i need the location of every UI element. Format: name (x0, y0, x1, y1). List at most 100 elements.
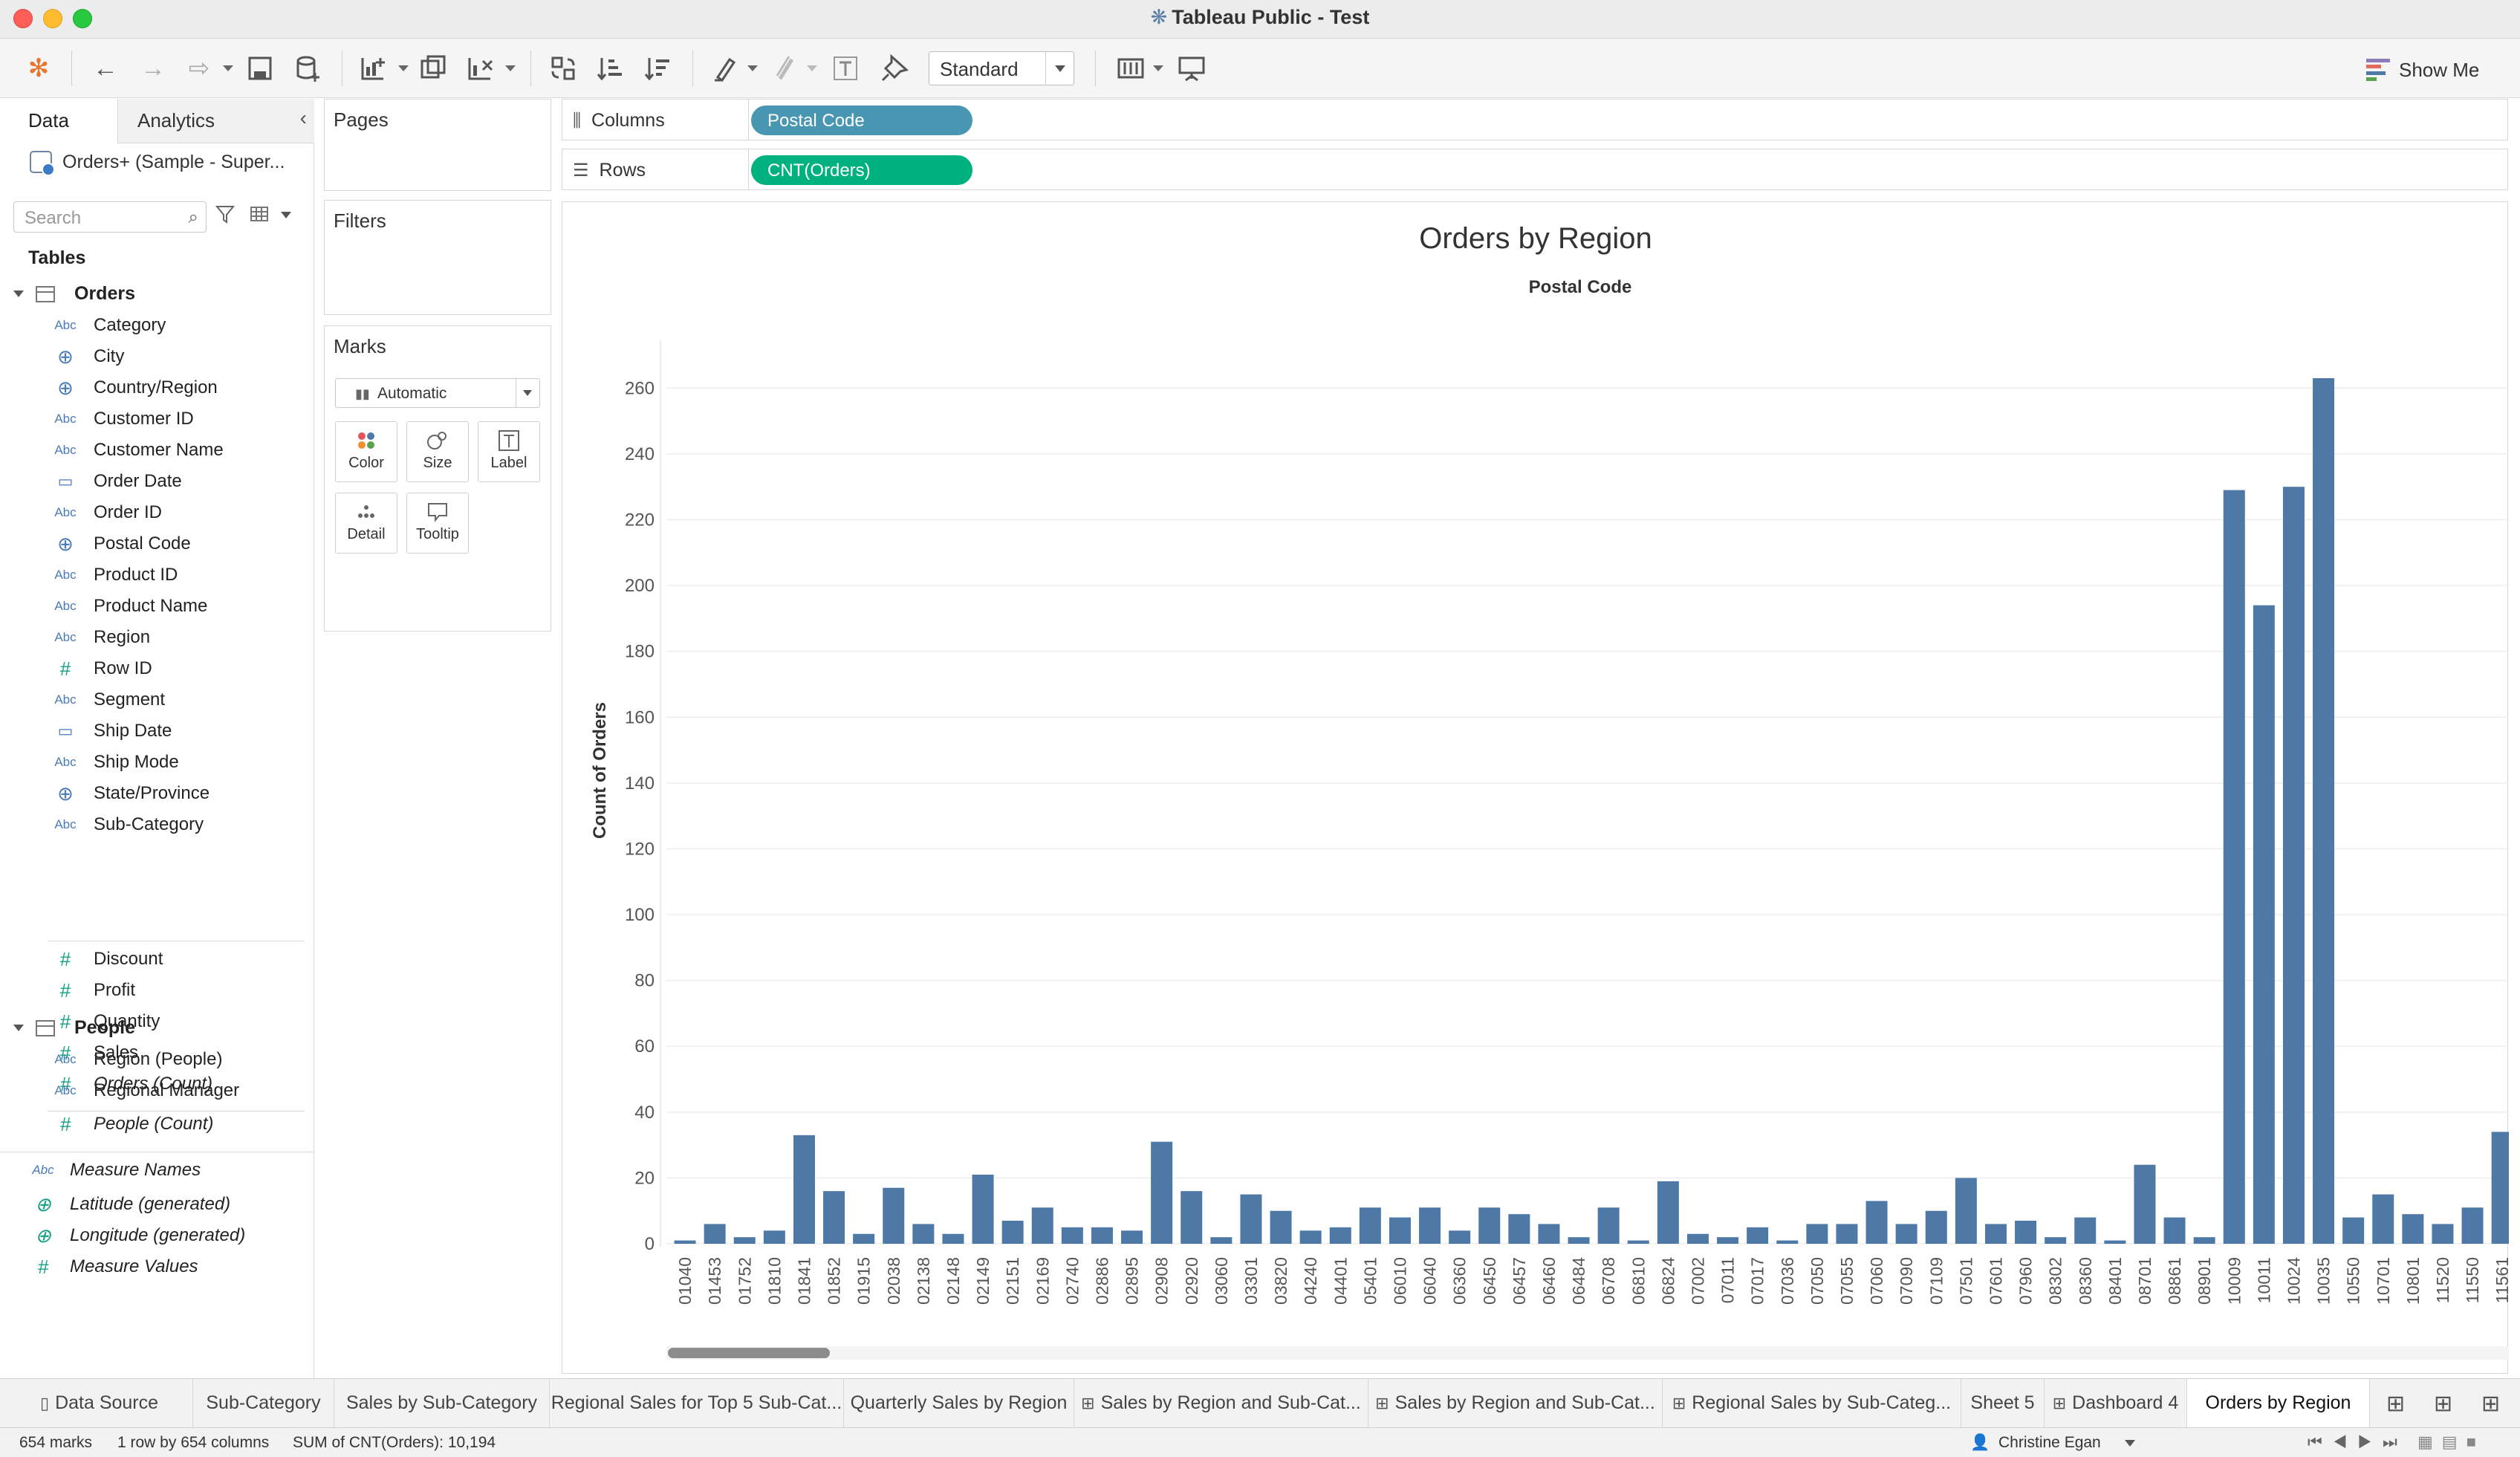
postal-code-pill[interactable]: Postal Code (751, 106, 972, 135)
field-item[interactable]: ▭ Order Date (52, 466, 182, 497)
field-label: Regional Manager (94, 1080, 240, 1100)
presentation-mode-icon[interactable] (1175, 52, 1208, 85)
tab-analytics[interactable]: Analytics ‹ (117, 99, 314, 143)
chevron-down-icon[interactable] (2125, 1440, 2135, 1447)
sheet-tab[interactable]: Regional Sales for Top 5 Sub-Cat... (550, 1379, 844, 1428)
cnt-orders-pill[interactable]: CNT(Orders) (751, 155, 972, 185)
collapse-pane-icon[interactable]: ‹ (300, 106, 307, 130)
field-measure-names[interactable]: Abc Measure Names (30, 1155, 201, 1186)
filters-card[interactable]: Filters (324, 200, 551, 315)
sheet-tab[interactable]: Quarterly Sales by Region (844, 1379, 1074, 1428)
field-region-people[interactable]: Abc Region (People) (52, 1044, 222, 1075)
field-item[interactable]: Abc Sub-Category (52, 809, 204, 840)
sort-ascending-icon[interactable] (594, 52, 627, 85)
swap-rows-columns-icon[interactable] (547, 52, 579, 85)
field-item[interactable]: Abc Ship Mode (52, 747, 178, 778)
group-members-icon[interactable] (768, 52, 801, 85)
x-tick-label: 07501 (1956, 1257, 1975, 1305)
bar (1657, 1181, 1679, 1244)
field-regional-manager[interactable]: Abc Regional Manager (52, 1075, 239, 1106)
filter-icon[interactable] (215, 204, 236, 229)
size-button[interactable]: Size (406, 421, 469, 482)
field-item[interactable]: ▭ Ship Date (52, 715, 172, 747)
field-measure-values[interactable]: # Measure Values (30, 1251, 198, 1282)
columns-shelf[interactable]: ⫼ Columns Postal Code (562, 99, 2508, 140)
measure-item[interactable]: # Discount (52, 944, 163, 975)
field-item[interactable]: ⊕ City (52, 341, 124, 372)
field-item[interactable]: Abc Category (52, 310, 166, 341)
sheet-tab[interactable]: ⊞ Sales by Region and Sub-Cat... (1074, 1379, 1368, 1428)
sheet-tab[interactable]: Sales by Sub-Category (334, 1379, 550, 1428)
rows-shelf[interactable]: ☰ Rows CNT(Orders) (562, 149, 2508, 190)
clear-sheet-icon[interactable] (464, 52, 496, 85)
field-item[interactable]: Abc Customer Name (52, 435, 223, 466)
new-dashboard-icon[interactable]: ⊞ (2434, 1391, 2452, 1417)
user-name[interactable]: Christine Egan (1998, 1434, 2101, 1452)
field-item[interactable]: Abc Order ID (52, 497, 162, 528)
duplicate-sheet-icon[interactable] (418, 52, 450, 85)
field-item[interactable]: Abc Region (52, 622, 150, 653)
field-people-count[interactable]: # People (Count) (52, 1109, 214, 1140)
field-item[interactable]: ⊕ Country/Region (52, 372, 218, 403)
globe-icon: ⊕ (57, 782, 74, 805)
sheet-tab[interactable]: ⊞ Sales by Region and Sub-Cat... (1368, 1379, 1663, 1428)
x-tick-label: 06450 (1480, 1257, 1499, 1305)
sheet-tab[interactable]: Sheet 5 (1961, 1379, 2045, 1428)
bar (1091, 1227, 1113, 1244)
pages-card[interactable]: Pages (324, 99, 551, 191)
worksheet-view[interactable]: Orders by Region Postal Code Count of Orde… (562, 201, 2509, 1374)
new-datasource-icon[interactable] (291, 52, 324, 85)
undo-icon[interactable]: ← (89, 52, 122, 85)
show-me-button[interactable]: Show Me (2366, 53, 2479, 86)
replay-icon[interactable]: ⇨ (183, 52, 215, 85)
field-latitude-generated[interactable]: ⊕ Latitude (generated) (30, 1189, 230, 1220)
sheet-tab[interactable]: Orders by Region (2187, 1379, 2370, 1428)
sheet-tab[interactable]: Sub-Category (193, 1379, 334, 1428)
bar (2015, 1220, 2037, 1244)
field-label: Longitude (generated) (70, 1225, 246, 1245)
bar (972, 1174, 994, 1244)
view-list-icon[interactable] (250, 204, 270, 229)
measure-item[interactable]: # Profit (52, 975, 135, 1006)
field-item[interactable]: # Row ID (52, 653, 152, 684)
redo-icon[interactable]: → (137, 52, 169, 85)
new-worksheet-icon[interactable] (357, 52, 389, 85)
sort-descending-icon[interactable] (642, 52, 675, 85)
field-item[interactable]: ⊕ Postal Code (52, 528, 191, 559)
sheet-tab[interactable]: ⊞ Regional Sales by Sub-Categ... (1663, 1379, 1961, 1428)
highlight-icon[interactable] (709, 52, 741, 85)
tooltip-button[interactable]: Tooltip (406, 493, 469, 554)
orders-table-group[interactable]: Orders (13, 283, 135, 305)
tableau-logo-icon[interactable]: ✻ (24, 52, 53, 85)
color-button[interactable]: Color (335, 421, 397, 482)
search-input[interactable]: Search ⌕ (13, 201, 207, 233)
chevron-down-icon[interactable] (281, 212, 291, 218)
tab-data[interactable]: Data (0, 99, 117, 143)
sheet-tab[interactable]: ⊞ Dashboard 4 (2045, 1379, 2187, 1428)
fit-select[interactable]: Standard (929, 51, 1074, 85)
detail-button[interactable]: Detail (335, 493, 397, 554)
field-longitude-generated[interactable]: ⊕ Longitude (generated) (30, 1220, 245, 1251)
field-item[interactable]: ⊕ State/Province (52, 778, 210, 809)
string-type-icon: Abc (54, 412, 77, 426)
sheet-navigation-icons[interactable]: ⏮◀▶⏭ (2308, 1432, 2408, 1452)
show-mark-labels-icon[interactable] (829, 52, 862, 85)
field-item[interactable]: Abc Customer ID (52, 403, 193, 435)
mark-type-select[interactable]: ▮▮ Automatic (335, 378, 540, 408)
scrollbar-thumb[interactable] (668, 1348, 830, 1358)
show-cards-icon[interactable] (1114, 52, 1147, 85)
sheet-tab[interactable]: ▯ Data Source (6, 1379, 193, 1428)
new-worksheet-icon[interactable]: ⊞ (2386, 1391, 2405, 1417)
save-icon[interactable] (244, 52, 276, 85)
view-mode-icons[interactable]: ▦▤■ (2417, 1432, 2485, 1452)
fix-axes-pin-icon[interactable] (878, 52, 911, 85)
field-item[interactable]: Abc Segment (52, 684, 165, 715)
field-item[interactable]: Abc Product ID (52, 559, 178, 591)
label-button[interactable]: Label (478, 421, 540, 482)
datasource-item[interactable]: Orders+ (Sample - Super... (30, 151, 285, 176)
y-axis-title: Count of Orders (590, 702, 610, 839)
people-table-group[interactable]: People (13, 1017, 135, 1039)
field-item[interactable]: Abc Product Name (52, 591, 207, 622)
bar (1597, 1207, 1620, 1244)
new-story-icon[interactable]: ⊞ (2481, 1391, 2500, 1417)
